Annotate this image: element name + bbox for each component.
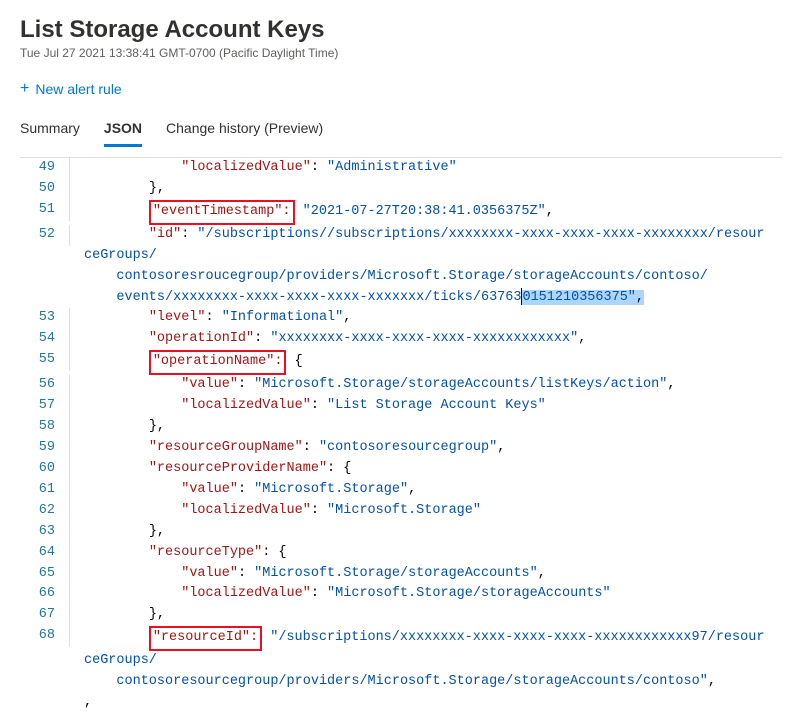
code-line: 61 "value": "Microsoft.Storage",	[20, 480, 782, 501]
tab-summary[interactable]: Summary	[20, 116, 80, 147]
code-line: 59 "resourceGroupName": "contosoresource…	[20, 438, 782, 459]
page-title: List Storage Account Keys	[20, 16, 782, 44]
code-line: 50 },	[20, 179, 782, 200]
code-line: 63 },	[20, 522, 782, 543]
code-line: 53 "level": "Informational",	[20, 308, 782, 329]
code-line: 57 "localizedValue": "List Storage Accou…	[20, 396, 782, 417]
code-line-cont: events/xxxxxxxx-xxxx-xxxx-xxxx-xxxxxxx/t…	[20, 288, 782, 309]
new-alert-rule-button[interactable]: + New alert rule	[20, 80, 122, 98]
code-line: 65 "value": "Microsoft.Storage/storageAc…	[20, 564, 782, 585]
code-line: 54 "operationId": "xxxxxxxx-xxxx-xxxx-xx…	[20, 329, 782, 350]
json-code-view[interactable]: 49 "localizedValue": "Administrative" 50…	[20, 157, 782, 714]
tab-json[interactable]: JSON	[104, 116, 142, 147]
code-line: 58 },	[20, 417, 782, 438]
plus-icon: +	[20, 80, 29, 98]
code-line: 66 "localizedValue": "Microsoft.Storage/…	[20, 584, 782, 605]
tabs: Summary JSON Change history (Preview)	[20, 116, 782, 147]
code-line-cont: contosoresroucegroup/providers/Microsoft…	[20, 267, 782, 288]
code-line: 55 "operationName": {	[20, 350, 782, 375]
tab-change-history[interactable]: Change history (Preview)	[166, 116, 323, 147]
code-line: 51 "eventTimestamp": "2021-07-27T20:38:4…	[20, 200, 782, 225]
highlight-eventTimestamp: "eventTimestamp":	[149, 200, 295, 225]
page-subtitle: Tue Jul 27 2021 13:38:41 GMT-0700 (Pacif…	[20, 46, 782, 60]
code-line: 64 "resourceType": {	[20, 543, 782, 564]
code-line: 68 "resourceId": "/subscriptions/xxxxxxx…	[20, 626, 782, 672]
new-alert-rule-label: New alert rule	[35, 81, 121, 97]
highlight-operationName: "operationName":	[149, 350, 287, 375]
code-line: 60 "resourceProviderName": {	[20, 459, 782, 480]
highlight-resourceId: "resourceId":	[149, 626, 262, 651]
code-line-cont: contosoresourcegroup/providers/Microsoft…	[20, 672, 782, 714]
code-line: 56 "value": "Microsoft.Storage/storageAc…	[20, 375, 782, 396]
code-line: 49 "localizedValue": "Administrative"	[20, 158, 782, 179]
text-selection: 0151210356375"	[522, 290, 635, 305]
code-line: 62 "localizedValue": "Microsoft.Storage"	[20, 501, 782, 522]
code-line: 52 "id": "/subscriptions//subscriptions/…	[20, 225, 782, 267]
code-line: 67 },	[20, 605, 782, 626]
